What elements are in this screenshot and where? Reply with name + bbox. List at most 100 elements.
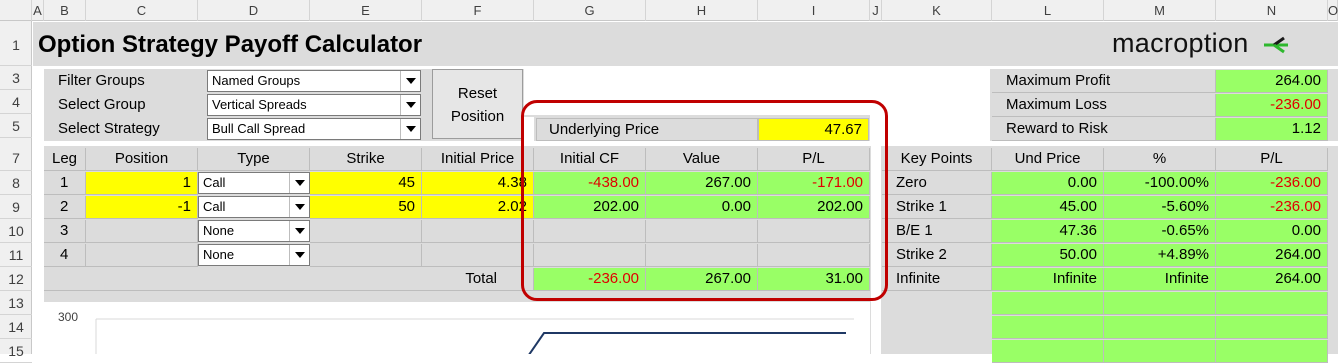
logo-mark-icon	[1264, 36, 1289, 54]
gutter-a	[33, 66, 44, 354]
leg-strike-input[interactable]: 45	[310, 172, 422, 195]
payoff-chart[interactable]: 300	[44, 302, 870, 354]
blank-area-2	[870, 69, 990, 145]
row-header[interactable]: 13	[0, 291, 32, 315]
filter-groups-label: Filter Groups	[52, 70, 202, 93]
col-header-l[interactable]: L	[992, 0, 1104, 21]
filter-groups-dropdown[interactable]: Named Groups	[207, 70, 421, 92]
select-group-dropdown[interactable]: Vertical Spreads	[207, 94, 421, 116]
legs-header-strike: Strike	[310, 148, 422, 171]
leg-type-dropdown[interactable]: Call	[198, 172, 310, 194]
col-header-b[interactable]: B	[44, 0, 86, 21]
chevron-down-icon[interactable]	[400, 119, 420, 139]
keypoint-pl: -236.00	[1216, 196, 1328, 219]
leg-position-input[interactable]: 1	[86, 172, 198, 195]
leg-strike-input[interactable]: 50	[310, 196, 422, 219]
row-header[interactable]: 11	[0, 243, 32, 267]
logo-text: macroption	[1112, 28, 1249, 58]
leg-type-dropdown[interactable]: None	[198, 220, 310, 242]
keypoints-header-pct: %	[1104, 148, 1216, 171]
select-strategy-dropdown[interactable]: Bull Call Spread	[207, 118, 421, 140]
col-header-c[interactable]: C	[86, 0, 198, 21]
chevron-down-icon[interactable]	[289, 221, 309, 241]
leg-type-value: Call	[203, 175, 226, 190]
row-header[interactable]: 14	[0, 315, 32, 339]
empty-cell	[992, 340, 1104, 363]
chevron-down-icon[interactable]	[289, 173, 309, 193]
leg-position-input[interactable]	[86, 244, 198, 267]
total-label: Total	[44, 268, 534, 291]
empty-cell	[1104, 316, 1216, 339]
leg-price-input[interactable]	[422, 244, 534, 267]
leg-type-value: None	[203, 247, 235, 262]
leg-type-value: Call	[203, 199, 226, 214]
leg-strike-input[interactable]	[310, 244, 422, 267]
keypoint-pct: -100.00%	[1104, 172, 1216, 195]
col-header-h[interactable]: H	[646, 0, 758, 21]
row-header[interactable]: 10	[0, 219, 32, 243]
column-header-bar: A B C D E F G H I J K L M N O	[0, 0, 1338, 21]
leg-price-input[interactable]: 4.38	[422, 172, 534, 195]
keypoint-price: 0.00	[992, 172, 1104, 195]
col-header-o[interactable]: O	[1328, 0, 1338, 21]
leg-number: 3	[44, 220, 86, 243]
keypoint-price: 45.00	[992, 196, 1104, 219]
col-header-m[interactable]: M	[1104, 0, 1216, 21]
col-header-f[interactable]: F	[422, 0, 534, 21]
col-header-d[interactable]: D	[198, 0, 310, 21]
row-header[interactable]: 8	[0, 171, 32, 195]
chevron-down-icon[interactable]	[400, 95, 420, 115]
leg-position-input[interactable]: -1	[86, 196, 198, 219]
row-header[interactable]: 5	[0, 114, 32, 138]
keypoint-pl: -236.00	[1216, 172, 1328, 195]
keypoint-name: Strike 1	[882, 196, 992, 219]
leg-type-dropdown[interactable]: None	[198, 244, 310, 266]
col-header-n[interactable]: N	[1216, 0, 1328, 21]
empty-cell	[1216, 340, 1328, 363]
leg-price-input[interactable]: 2.02	[422, 196, 534, 219]
row-header[interactable]: 9	[0, 195, 32, 219]
reset-position-button[interactable]: Reset Position	[432, 69, 523, 139]
keypoint-price: 50.00	[992, 244, 1104, 267]
empty-cell	[992, 316, 1104, 339]
col-header-k[interactable]: K	[882, 0, 992, 21]
keypoint-price: 47.36	[992, 220, 1104, 243]
row-header[interactable]: 15	[0, 339, 32, 363]
leg-strike-input[interactable]	[310, 220, 422, 243]
keypoint-pl: 264.00	[1216, 244, 1328, 267]
row-header[interactable]: 7	[0, 138, 32, 171]
col-header-i[interactable]: I	[758, 0, 870, 21]
max-profit-value: 264.00	[1216, 70, 1328, 93]
empty-cell	[992, 292, 1104, 315]
chevron-down-icon[interactable]	[289, 245, 309, 265]
chevron-down-icon[interactable]	[289, 197, 309, 217]
leg-type-dropdown[interactable]: Call	[198, 196, 310, 218]
row-header[interactable]: 3	[0, 66, 32, 90]
keypoint-name: B/E 1	[882, 220, 992, 243]
keypoint-pct: -0.65%	[1104, 220, 1216, 243]
col-header-g[interactable]: G	[534, 0, 646, 21]
keypoint-price: Infinite	[992, 268, 1104, 291]
page-title: Option Strategy Payoff Calculator	[38, 31, 423, 58]
leg-number: 1	[44, 172, 86, 195]
select-all-corner[interactable]	[0, 0, 32, 21]
col-header-j[interactable]: J	[870, 0, 882, 21]
row-header[interactable]: 12	[0, 267, 32, 291]
keypoints-header-pl: P/L	[1216, 148, 1328, 171]
leg-price-input[interactable]	[422, 220, 534, 243]
row-header[interactable]: 1	[0, 21, 32, 66]
legs-header-type: Type	[198, 148, 310, 171]
reward-risk-label: Reward to Risk	[992, 118, 1216, 141]
reward-risk-value: 1.12	[1216, 118, 1328, 141]
leg-position-input[interactable]	[86, 220, 198, 243]
highlight-box	[521, 100, 888, 301]
row-header[interactable]: 4	[0, 90, 32, 114]
leg-number: 2	[44, 196, 86, 219]
max-loss-label: Maximum Loss	[992, 94, 1216, 117]
col-header-e[interactable]: E	[310, 0, 422, 21]
col-header-a[interactable]: A	[32, 0, 44, 21]
keypoint-name: Infinite	[882, 268, 992, 291]
chevron-down-icon[interactable]	[400, 71, 420, 91]
max-loss-value: -236.00	[1216, 94, 1328, 117]
filter-groups-value: Named Groups	[212, 73, 301, 88]
